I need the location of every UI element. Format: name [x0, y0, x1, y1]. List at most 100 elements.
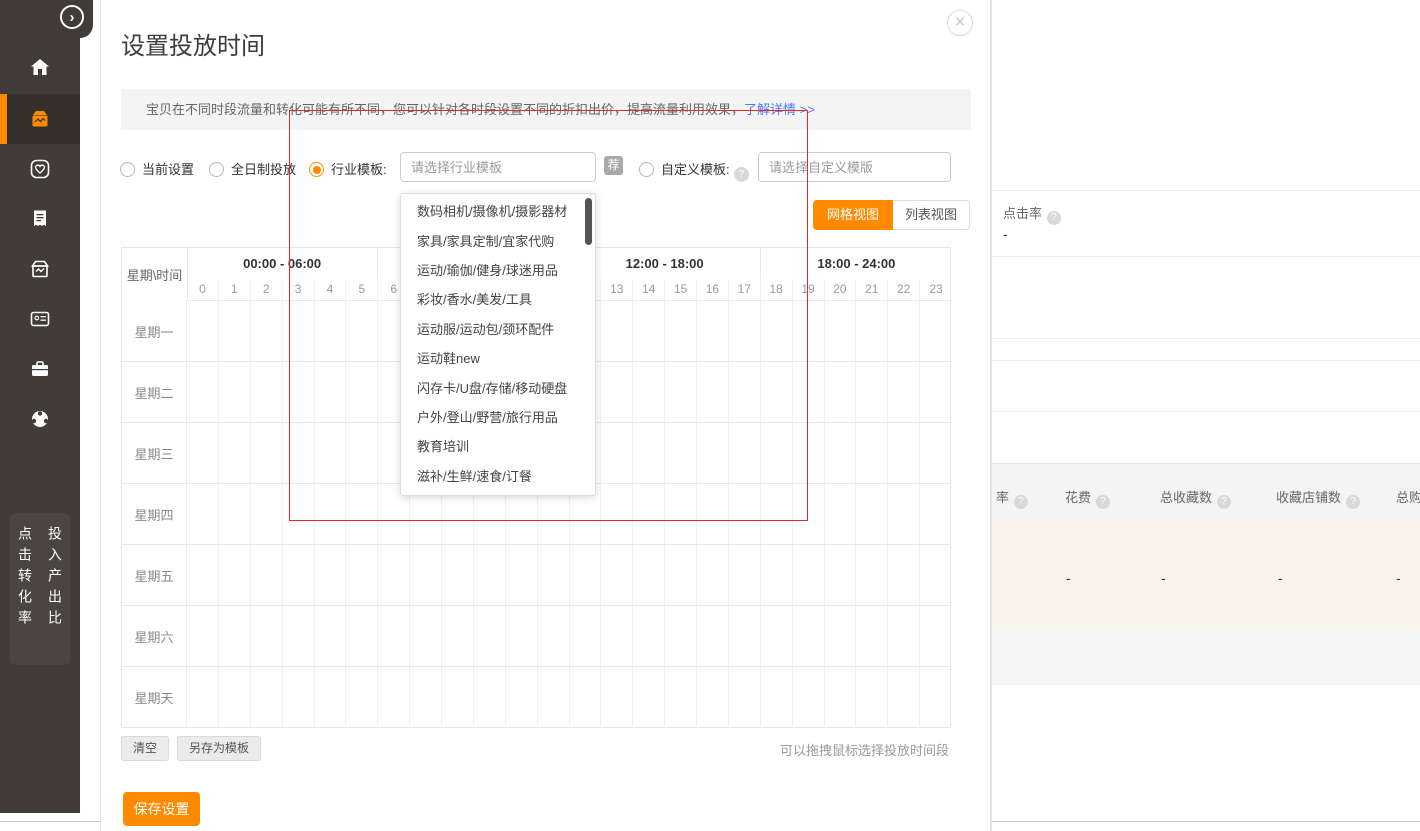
time-slot[interactable] — [410, 606, 442, 666]
time-slot[interactable] — [665, 362, 697, 422]
time-slot[interactable] — [697, 667, 729, 728]
save-settings-button[interactable]: 保存设置 — [123, 792, 200, 826]
time-slot[interactable] — [251, 667, 283, 728]
time-slot[interactable] — [315, 362, 347, 422]
time-slot[interactable] — [187, 667, 219, 728]
time-slot[interactable] — [633, 484, 665, 544]
radio-custom-template[interactable]: 自定义模板:? — [639, 159, 749, 182]
time-slot[interactable] — [856, 423, 888, 483]
radio-icon[interactable] — [120, 162, 135, 177]
sidebar-item-store[interactable] — [0, 244, 80, 294]
time-slot[interactable] — [187, 606, 219, 666]
time-slot[interactable] — [506, 606, 538, 666]
time-slot[interactable] — [442, 667, 474, 728]
dropdown-option[interactable]: 教育培训 — [401, 431, 595, 460]
time-slot[interactable] — [283, 423, 315, 483]
time-slot[interactable] — [283, 301, 315, 361]
scrollbar-thumb[interactable] — [585, 198, 592, 245]
time-slot[interactable] — [187, 423, 219, 483]
radio-icon[interactable] — [639, 162, 654, 177]
dropdown-option[interactable]: 运动鞋new — [401, 343, 595, 372]
time-slot[interactable] — [538, 606, 570, 666]
time-slot[interactable] — [920, 423, 952, 483]
metrics-floating-box[interactable]: 点击转化率 投入产出比 — [10, 513, 70, 665]
time-slot[interactable] — [856, 362, 888, 422]
time-slot[interactable] — [315, 667, 347, 728]
time-slot[interactable] — [729, 423, 761, 483]
time-slot[interactable] — [888, 484, 920, 544]
time-slot[interactable] — [888, 301, 920, 361]
list-view-button[interactable]: 列表视图 — [893, 200, 970, 230]
time-slot[interactable] — [697, 301, 729, 361]
time-slot[interactable] — [601, 606, 633, 666]
time-slot[interactable] — [315, 484, 347, 544]
sidebar-item-home[interactable] — [0, 42, 80, 92]
dropdown-option[interactable]: 户外/登山/野营/旅行用品 — [401, 402, 595, 431]
time-slot[interactable] — [665, 667, 697, 728]
time-slot[interactable] — [697, 362, 729, 422]
time-slot[interactable] — [251, 484, 283, 544]
time-slot[interactable] — [346, 301, 378, 361]
time-slot[interactable] — [570, 545, 602, 605]
time-slot[interactable] — [187, 545, 219, 605]
save-as-template-button[interactable]: 另存为模板 — [177, 736, 261, 761]
time-slot[interactable] — [315, 606, 347, 666]
time-slot[interactable] — [633, 423, 665, 483]
time-slot[interactable] — [633, 301, 665, 361]
time-slot[interactable] — [729, 362, 761, 422]
time-slot[interactable] — [474, 545, 506, 605]
time-slot[interactable] — [633, 545, 665, 605]
time-slot[interactable] — [219, 362, 251, 422]
time-slot[interactable] — [219, 545, 251, 605]
dropdown-option[interactable]: 闪存卡/U盘/存储/移动硬盘 — [401, 372, 595, 401]
time-slot[interactable] — [283, 484, 315, 544]
time-slot[interactable] — [729, 545, 761, 605]
time-slot[interactable] — [665, 484, 697, 544]
sidebar-item-shop-active[interactable] — [0, 94, 80, 144]
time-slot[interactable] — [825, 301, 857, 361]
time-slot[interactable] — [219, 484, 251, 544]
time-slot[interactable] — [601, 301, 633, 361]
dropdown-option[interactable]: 运动/瑜伽/健身/球迷用品 — [401, 255, 595, 284]
time-slot[interactable] — [729, 606, 761, 666]
time-slot[interactable] — [920, 362, 952, 422]
time-slot[interactable] — [888, 362, 920, 422]
time-slot[interactable] — [283, 606, 315, 666]
time-slot[interactable] — [283, 362, 315, 422]
time-slot[interactable] — [251, 362, 283, 422]
time-slot[interactable] — [825, 423, 857, 483]
time-slot[interactable] — [251, 606, 283, 666]
help-icon[interactable]: ? — [734, 167, 749, 182]
time-slot[interactable] — [251, 423, 283, 483]
close-icon[interactable]: ✕ — [947, 10, 973, 36]
radio-current-settings[interactable]: 当前设置 — [120, 159, 194, 178]
time-slot[interactable] — [729, 301, 761, 361]
time-slot[interactable] — [346, 423, 378, 483]
time-slot[interactable] — [793, 423, 825, 483]
time-slot[interactable] — [793, 606, 825, 666]
sidebar-item-member[interactable] — [0, 394, 80, 444]
time-slot[interactable] — [888, 545, 920, 605]
time-slot[interactable] — [346, 667, 378, 728]
radio-icon[interactable] — [209, 162, 224, 177]
time-slot[interactable] — [283, 667, 315, 728]
sidebar-item-tools[interactable] — [0, 344, 80, 394]
time-slot[interactable] — [442, 606, 474, 666]
time-slot[interactable] — [570, 606, 602, 666]
time-slot[interactable] — [251, 545, 283, 605]
time-slot[interactable] — [346, 606, 378, 666]
time-slot[interactable] — [729, 667, 761, 728]
time-slot[interactable] — [761, 484, 793, 544]
time-slot[interactable] — [761, 667, 793, 728]
dropdown-option[interactable]: 数码相机/摄像机/摄影器材 — [401, 196, 595, 225]
time-slot[interactable] — [920, 606, 952, 666]
time-slot[interactable] — [601, 362, 633, 422]
custom-template-input[interactable] — [758, 152, 951, 182]
time-slot[interactable] — [633, 667, 665, 728]
time-slot[interactable] — [570, 667, 602, 728]
grid-view-button[interactable]: 网格视图 — [813, 200, 893, 230]
time-slot[interactable] — [665, 606, 697, 666]
time-slot[interactable] — [697, 423, 729, 483]
sidebar-item-orders[interactable] — [0, 194, 80, 244]
time-slot[interactable] — [633, 606, 665, 666]
